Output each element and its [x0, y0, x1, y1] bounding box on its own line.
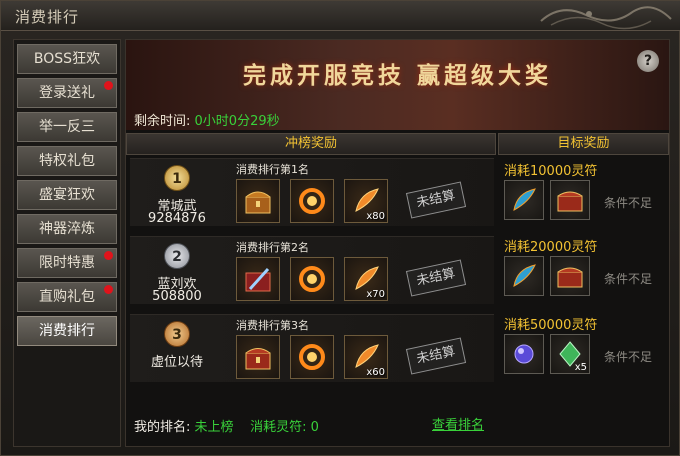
- reward-slot[interactable]: [504, 334, 544, 374]
- my-rank-label: 我的排名:: [134, 420, 191, 435]
- notification-dot: [104, 81, 113, 90]
- notification-dot: [104, 251, 113, 260]
- rank-medal-icon: 1: [164, 165, 190, 191]
- sidebar-item-artifact[interactable]: 神器淬炼: [17, 214, 117, 244]
- sidebar-item-label: 直购礼包: [39, 289, 95, 305]
- reward-slot[interactable]: [290, 257, 334, 301]
- player-score: 508800: [152, 289, 202, 304]
- rank-label: 消费排行第2名: [236, 241, 309, 254]
- rank-row: 3 虚位以待 消费排行第3名 x60 未结算: [130, 314, 494, 382]
- sidebar-item-label: 限时特惠: [39, 255, 95, 271]
- player-score: 9284876: [148, 211, 206, 226]
- target-title: 消耗50000灵符: [504, 318, 598, 333]
- sidebar-item-label: 神器淬炼: [39, 221, 95, 237]
- rank-label: 消费排行第3名: [236, 319, 309, 332]
- fire-ring-icon: [299, 344, 325, 370]
- spent-label: 消耗灵符:: [250, 420, 307, 435]
- countdown-label: 剩余时间:: [134, 114, 191, 129]
- consume-rank-window: 消费排行 BOSS狂欢 登录送礼 举一反三 特权礼包 盛宴狂欢 神器淬炼 限时特…: [0, 0, 680, 456]
- target-rewards-header: 目标奖励: [498, 133, 669, 155]
- sidebar-item-login-gift[interactable]: 登录送礼: [17, 78, 117, 108]
- help-button[interactable]: ?: [637, 50, 659, 72]
- target-reward: 消耗50000灵符 x5 条件不足: [502, 314, 666, 386]
- sidebar-item-consume-rank[interactable]: 消费排行: [17, 316, 117, 346]
- weapon-chest-icon: [245, 267, 271, 292]
- sidebar-item-label: 盛宴狂欢: [39, 187, 95, 203]
- item-quantity: x80: [366, 211, 385, 222]
- jade-feather-icon: [513, 188, 536, 211]
- reward-slot[interactable]: [504, 180, 544, 220]
- event-banner: 完成开服竞技 赢超级大奖 ? 剩余时间: 0小时0分29秒: [126, 40, 669, 130]
- countdown: 剩余时间: 0小时0分29秒: [134, 110, 280, 129]
- reward-slot[interactable]: x60: [344, 335, 388, 379]
- banner-title: 完成开服竞技 赢超级大奖: [242, 62, 552, 89]
- fire-ring-icon: [299, 266, 325, 292]
- sidebar-menu: BOSS狂欢 登录送礼 举一反三 特权礼包 盛宴狂欢 神器淬炼 限时特惠 直购礼…: [13, 39, 121, 447]
- sidebar-item-label: 特权礼包: [39, 153, 95, 169]
- rank-medal-icon: 3: [164, 321, 190, 347]
- reward-slot[interactable]: [290, 179, 334, 223]
- title-bar[interactable]: 消费排行: [1, 1, 680, 31]
- reward-slot[interactable]: [550, 180, 590, 220]
- sidebar-item-draw-three[interactable]: 举一反三: [17, 112, 117, 142]
- sidebar-item-label: 举一反三: [39, 119, 95, 135]
- player-name: 虚位以待: [150, 355, 203, 370]
- view-ranking-link[interactable]: 查看排名: [432, 414, 484, 433]
- unsettled-stamp: 未结算: [405, 259, 467, 297]
- my-rank-value: 未上榜: [194, 420, 234, 435]
- reward-slot[interactable]: [550, 256, 590, 296]
- countdown-value: 0小时0分29秒: [194, 114, 280, 129]
- item-quantity: x70: [366, 289, 385, 300]
- reward-slot[interactable]: x5: [550, 334, 590, 374]
- reward-slot[interactable]: [504, 256, 544, 296]
- treasure-chest-icon: [245, 191, 271, 214]
- dragon-ornament-icon: [540, 6, 672, 30]
- reward-slot[interactable]: [236, 179, 280, 223]
- rank-label: 消费排行第1名: [236, 163, 309, 176]
- item-quantity: x5: [574, 362, 587, 373]
- item-quantity: x60: [366, 367, 385, 378]
- window-title: 消费排行: [15, 8, 80, 26]
- sidebar-item-boss[interactable]: BOSS狂欢: [17, 44, 117, 74]
- notification-dot: [104, 285, 113, 294]
- red-chest-icon: [557, 191, 583, 212]
- jade-feather-icon: [513, 264, 536, 287]
- rank-row: 1 常城武 9284876 消费排行第1名 x80 未结算: [130, 158, 494, 226]
- reward-slot[interactable]: [236, 335, 280, 379]
- rank-row: 2 蓝刘欢 508800 消费排行第2名 x70 未结算: [130, 236, 494, 304]
- spent-value: 0: [310, 420, 319, 435]
- rank-rewards-header: 冲榜奖励: [126, 133, 496, 155]
- target-reward: 消耗20000灵符 条件不足: [502, 236, 666, 308]
- sidebar-item-direct-buy[interactable]: 直购礼包: [17, 282, 117, 312]
- condition-status: 条件不足: [604, 350, 653, 364]
- fire-ring-icon: [299, 188, 325, 214]
- target-title: 消耗10000灵符: [504, 164, 598, 179]
- red-chest-icon: [557, 267, 583, 288]
- sidebar-item-label: 登录送礼: [39, 85, 95, 101]
- sidebar-item-label: 消费排行: [39, 323, 95, 339]
- condition-status: 条件不足: [604, 272, 653, 286]
- sidebar-item-label: BOSS狂欢: [33, 51, 101, 67]
- condition-status: 条件不足: [604, 196, 653, 210]
- sidebar-item-feast[interactable]: 盛宴狂欢: [17, 180, 117, 210]
- reward-slot[interactable]: x70: [344, 257, 388, 301]
- reward-slot[interactable]: [236, 257, 280, 301]
- sidebar-item-flash-sale[interactable]: 限时特惠: [17, 248, 117, 278]
- reward-slot[interactable]: [290, 335, 334, 379]
- sidebar-item-privilege-pack[interactable]: 特权礼包: [17, 146, 117, 176]
- target-title: 消耗20000灵符: [504, 240, 598, 255]
- reward-slot[interactable]: x80: [344, 179, 388, 223]
- main-panel: 完成开服竞技 赢超级大奖 ? 剩余时间: 0小时0分29秒 冲榜奖励 目标奖励 …: [125, 39, 670, 447]
- red-chest-icon: [245, 348, 271, 370]
- my-rank-info: 我的排名: 未上榜 消耗灵符: 0: [134, 416, 319, 435]
- unsettled-stamp: 未结算: [405, 337, 467, 375]
- rank-medal-icon: 2: [164, 243, 190, 269]
- purple-gem-icon: [514, 344, 534, 364]
- unsettled-stamp: 未结算: [405, 181, 467, 219]
- target-reward: 消耗10000灵符 条件不足: [502, 160, 666, 232]
